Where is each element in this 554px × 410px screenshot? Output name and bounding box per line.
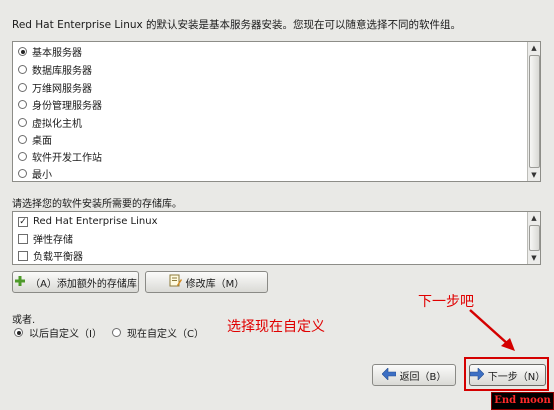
modify-repo-label: 修改库（M） [185,278,245,290]
repo-item-resilient-storage[interactable]: 弹性存储 [13,230,526,247]
group-item-label: 软件开发工作站 [32,153,102,164]
group-item-label: 基本服务器 [32,48,82,59]
group-item-label: 虚拟化主机 [32,119,82,130]
group-item-minimal[interactable]: 最小 [13,165,526,181]
group-item-database-server[interactable]: 数据库服务器 [13,61,526,78]
radio-icon[interactable] [18,135,27,144]
radio-icon[interactable] [18,100,27,109]
group-item-web-server[interactable]: 万维网服务器 [13,79,526,96]
scroll-down-icon[interactable]: ▼ [528,169,540,181]
add-repo-button[interactable]: （A）添加额外的存储库 [12,271,139,293]
edit-icon [169,274,182,290]
annotation-arrow-icon [469,309,515,351]
repo-prompt: 请选择您的软件安装所需要的存储库。 [12,199,182,210]
back-button[interactable]: 返回（B） [372,364,456,386]
intro-text: Red Hat Enterprise Linux 的默认安装是基本服务器安装。您… [12,19,462,31]
group-item-label: 身份管理服务器 [32,101,102,112]
group-item-dev-workstation[interactable]: 软件开发工作站 [13,148,526,165]
group-item-label: 数据库服务器 [32,66,92,77]
watermark-badge: End moon [491,392,554,410]
radio-icon[interactable] [112,328,121,337]
scroll-up-icon[interactable]: ▲ [528,212,540,224]
next-button[interactable]: 下一步（N） [469,364,546,386]
arrow-right-icon [469,366,485,383]
group-item-identity-server[interactable]: 身份管理服务器 [13,96,526,113]
annotation-select-customize: 选择现在自定义 [227,319,325,335]
modify-repo-button[interactable]: 修改库（M） [145,271,268,293]
group-item-label: 桌面 [32,136,52,147]
next-button-label: 下一步（N） [487,371,546,383]
scrollbar-thumb[interactable] [529,55,540,168]
customize-now-label: 现在自定义（C） [127,329,204,340]
back-button-label: 返回（B） [399,371,447,383]
group-item-label: 最小 [32,170,52,181]
add-repo-label: （A）添加额外的存储库 [30,278,137,290]
radio-icon[interactable] [14,328,23,337]
group-list-scrollbar[interactable]: ▲ ▼ [527,42,540,181]
repo-item-rhel[interactable]: ✓ Red Hat Enterprise Linux [13,213,526,230]
scroll-down-icon[interactable]: ▼ [528,252,540,264]
radio-icon[interactable] [18,118,27,127]
arrow-left-icon [381,366,396,383]
repo-item-label: 弹性存储 [33,235,73,246]
checkbox-icon[interactable] [18,233,28,244]
group-item-basic-server[interactable]: 基本服务器 [13,43,526,60]
radio-icon[interactable] [18,169,27,178]
checkbox-icon[interactable]: ✓ [18,216,28,227]
radio-icon[interactable] [18,47,27,56]
checkbox-icon[interactable] [18,250,28,261]
repo-item-label: 负载平衡器 [33,252,83,263]
group-item-virtualization-host[interactable]: 虚拟化主机 [13,114,526,131]
customize-later-label: 以后自定义（I） [29,329,102,340]
scrollbar-thumb[interactable] [529,225,540,251]
or-label: 或者. [12,315,36,326]
group-item-desktop[interactable]: 桌面 [13,131,526,148]
software-group-list[interactable]: 基本服务器 数据库服务器 万维网服务器 身份管理服务器 虚拟化主机 桌面 软件开… [12,41,541,182]
radio-icon[interactable] [18,83,27,92]
repo-item-label: Red Hat Enterprise Linux [33,216,158,227]
repo-item-load-balancer[interactable]: 负载平衡器 [13,247,526,264]
customize-now-option[interactable]: 现在自定义（C） [110,325,204,340]
repository-list[interactable]: ✓ Red Hat Enterprise Linux 弹性存储 负载平衡器 ▲ … [12,211,541,265]
customize-later-option[interactable]: 以后自定义（I） [12,325,102,340]
radio-icon[interactable] [18,65,27,74]
repo-list-scrollbar[interactable]: ▲ ▼ [527,212,540,264]
scroll-up-icon[interactable]: ▲ [528,42,540,54]
radio-icon[interactable] [18,152,27,161]
plus-icon [14,275,26,290]
group-item-label: 万维网服务器 [32,84,92,95]
